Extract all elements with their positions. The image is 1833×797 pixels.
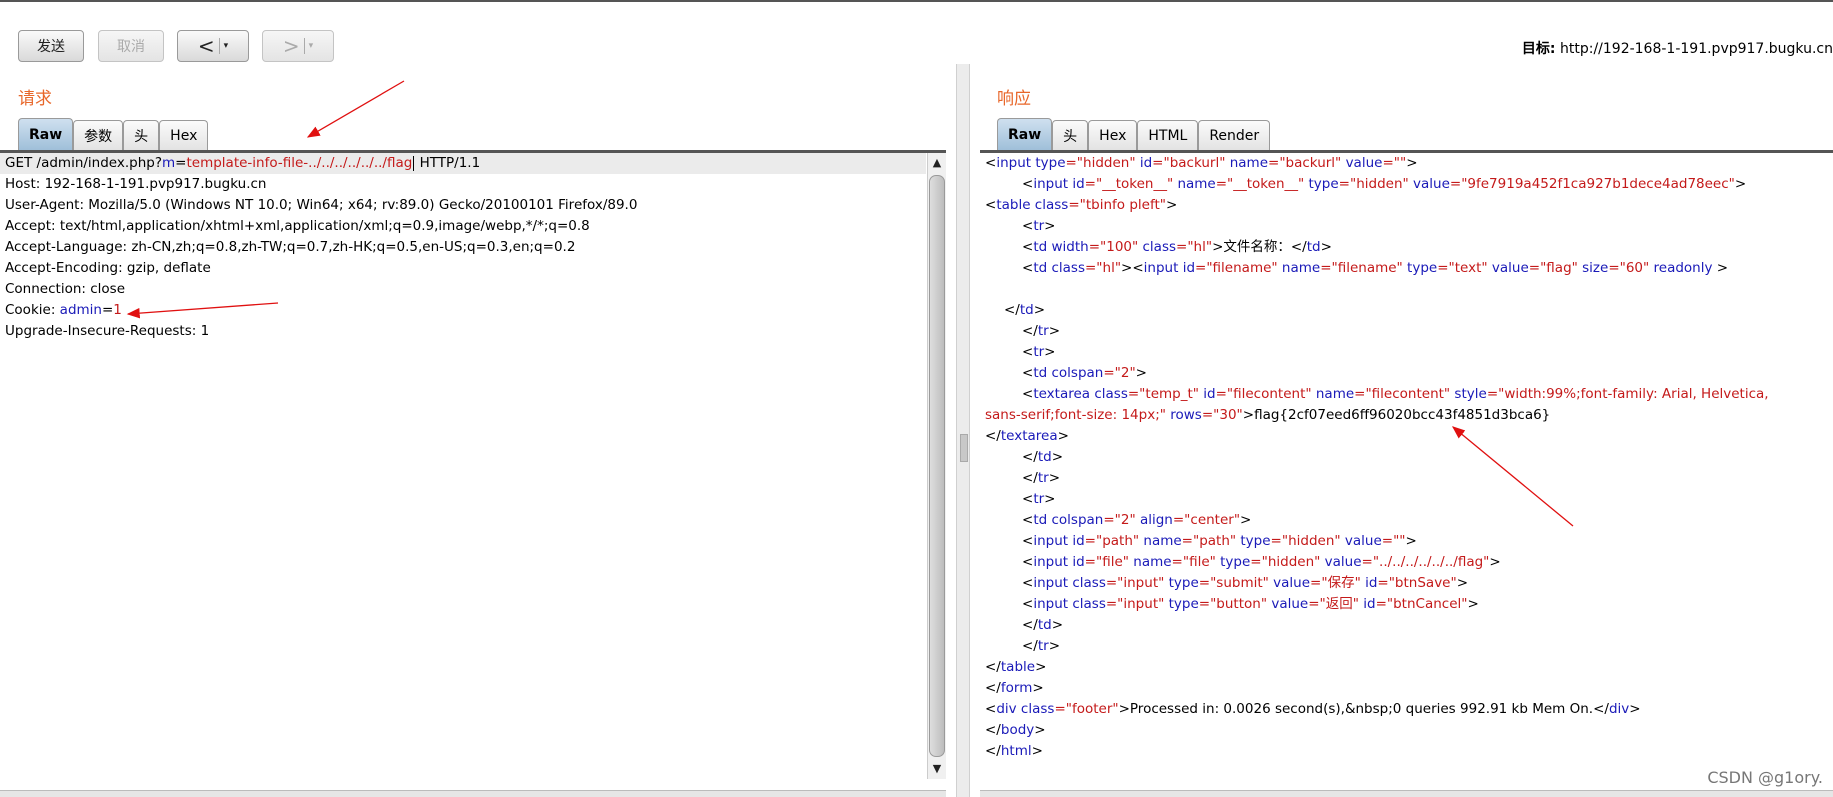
chevron-down-icon[interactable]: ▾: [224, 41, 229, 51]
scroll-up-icon[interactable]: ▲: [928, 153, 946, 173]
response-line: </textarea>: [985, 428, 1069, 444]
request-header-accept-encoding: Accept-Encoding: gzip, deflate: [5, 260, 211, 276]
response-line: <tr>: [1022, 218, 1056, 234]
response-line: <tr>: [1022, 344, 1056, 360]
request-tab-headers[interactable]: 头: [123, 120, 160, 150]
request-title: 请求: [18, 89, 52, 109]
response-line: </td>: [1004, 302, 1046, 318]
splitter-grip[interactable]: [960, 434, 968, 462]
back-arrow-icon: <: [197, 34, 215, 58]
response-tab-headers[interactable]: 头: [1052, 120, 1089, 150]
response-line: </form>: [985, 680, 1044, 696]
chevron-down-icon[interactable]: ▾: [309, 41, 314, 51]
response-line: </tr>: [1022, 470, 1061, 486]
request-vertical-scrollbar[interactable]: ▲ ▼: [927, 153, 946, 779]
request-tab-params[interactable]: 参数: [73, 120, 124, 150]
response-blank-line: [980, 279, 1833, 300]
response-bottom-bar: [980, 790, 1833, 797]
send-button[interactable]: 发送: [18, 30, 84, 62]
request-header-host: Host: 192-168-1-191.pvp917.bugku.cn: [5, 176, 267, 192]
target-url[interactable]: http://192-168-1-191.pvp917.bugku.cn: [1560, 41, 1833, 57]
request-bottom-bar: [0, 790, 946, 797]
response-pane: 响应 Raw 头 Hex HTML Render <input type="hi…: [980, 64, 1833, 797]
request-header-upgrade-insecure: Upgrade-Insecure-Requests: 1: [5, 323, 210, 339]
button-separator: [218, 38, 220, 54]
response-line: <td class="hl"><input id="filename" name…: [1022, 260, 1729, 276]
response-line: </td>: [1022, 617, 1064, 633]
request-tabs: Raw 参数 头 Hex: [18, 118, 209, 150]
response-line: </table>: [985, 659, 1047, 675]
back-button[interactable]: < ▾: [177, 30, 249, 62]
response-line: </tr>: [1022, 323, 1061, 339]
toolbar: 发送 取消 < ▾ > ▾ 目标: http://192-168-1-191.p…: [0, 2, 1833, 64]
response-tab-raw[interactable]: Raw: [997, 118, 1053, 150]
response-tabs: Raw 头 Hex HTML Render: [997, 118, 1271, 150]
response-line: <tr>: [1022, 491, 1056, 507]
forward-arrow-icon: >: [282, 34, 300, 58]
button-separator: [303, 38, 305, 54]
response-tab-hex[interactable]: Hex: [1088, 120, 1138, 150]
request-tab-hex[interactable]: Hex: [159, 120, 209, 150]
watermark: CSDN @g1ory.: [1707, 768, 1823, 787]
target-info: 目标: http://192-168-1-191.pvp917.bugku.cn: [1522, 38, 1833, 58]
response-line: </html>: [985, 743, 1043, 759]
response-line: <td colspan="2">: [1022, 365, 1147, 381]
request-pane: 请求 Raw 参数 头 Hex GET /admin/index.php?m=t…: [0, 64, 946, 797]
response-line: </body>: [985, 722, 1046, 738]
response-line: <input class="input" type="submit" value…: [1022, 575, 1469, 591]
response-line: </td>: [1022, 449, 1064, 465]
response-line: <td colspan="2" align="center">: [1022, 512, 1252, 528]
target-label: 目标:: [1521, 41, 1556, 57]
response-title: 响应: [997, 89, 1031, 109]
scroll-down-icon[interactable]: ▼: [928, 759, 946, 779]
response-editor[interactable]: <input type="hidden" id="backurl" name="…: [980, 153, 1833, 797]
response-line-flag: sans-serif;font-size: 14px;" rows="30">f…: [985, 407, 1551, 423]
request-line: GET /admin/index.php?m=template-info-fil…: [0, 153, 926, 174]
request-header-connection: Connection: close: [5, 281, 125, 297]
scrollbar-thumb[interactable]: [929, 175, 945, 757]
response-line: </tr>: [1022, 638, 1061, 654]
response-tab-html[interactable]: HTML: [1137, 120, 1199, 150]
response-line: <td width="100" class="hl">文件名称：</td>: [1022, 239, 1332, 255]
cancel-button[interactable]: 取消: [98, 30, 164, 62]
request-header-user-agent: User-Agent: Mozilla/5.0 (Windows NT 10.0…: [5, 197, 638, 213]
request-header-accept: Accept: text/html,application/xhtml+xml,…: [5, 218, 590, 234]
forward-button[interactable]: > ▾: [262, 30, 334, 62]
request-editor[interactable]: GET /admin/index.php?m=template-info-fil…: [0, 153, 926, 797]
response-line: <textarea class="temp_t" id="filecontent…: [1022, 386, 1769, 402]
response-line: <input id="file" name="file" type="hidde…: [1022, 554, 1501, 570]
response-line: <div class="footer">Processed in: 0.0026…: [985, 701, 1641, 717]
response-line: <input class="input" type="button" value…: [1022, 596, 1479, 612]
request-header-accept-language: Accept-Language: zh-CN,zh;q=0.8,zh-TW;q=…: [5, 239, 576, 255]
request-header-cookie: Cookie: admin=1: [5, 302, 122, 318]
response-line: <input id="path" name="path" type="hidde…: [1022, 533, 1417, 549]
request-tab-raw[interactable]: Raw: [18, 118, 74, 150]
response-line: <table class="tbinfo pleft">: [985, 197, 1178, 213]
response-tab-render[interactable]: Render: [1198, 120, 1271, 150]
cancel-button-label: 取消: [117, 39, 145, 55]
response-line: <input type="hidden" id="backurl" name="…: [985, 155, 1418, 171]
pane-splitter[interactable]: [956, 64, 970, 797]
send-button-label: 发送: [37, 39, 65, 55]
response-line: <input id="__token__" name="__token__" t…: [1022, 176, 1747, 192]
